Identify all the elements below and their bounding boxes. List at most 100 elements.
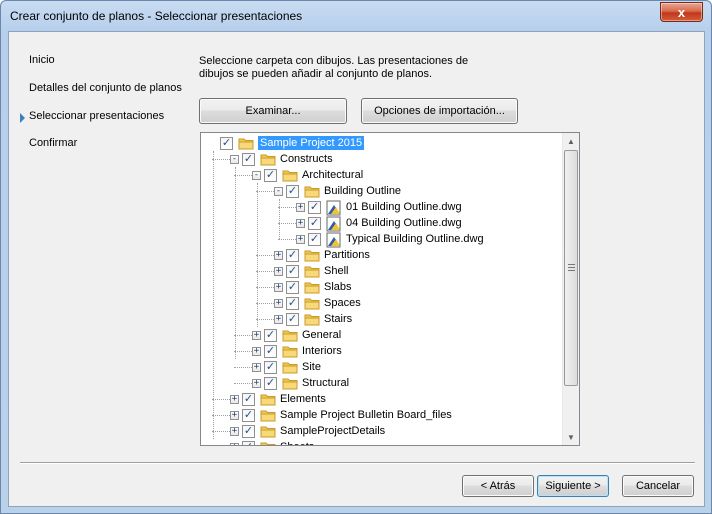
- collapse-icon[interactable]: -: [252, 171, 261, 180]
- node-checkbox[interactable]: ✓: [286, 297, 299, 310]
- node-checkbox[interactable]: ✓: [286, 265, 299, 278]
- expand-icon[interactable]: +: [252, 347, 261, 356]
- expand-icon[interactable]: +: [274, 299, 283, 308]
- expand-icon[interactable]: +: [230, 443, 239, 445]
- tree-node[interactable]: + ✓ Site: [201, 359, 566, 375]
- tree-node[interactable]: + ✓ Partitions: [201, 247, 566, 263]
- node-checkbox[interactable]: ✓: [242, 153, 255, 166]
- tree-node-label[interactable]: Slabs: [324, 281, 352, 293]
- tree-node[interactable]: + ✓ 04 Building Outline.dwg: [201, 215, 566, 232]
- tree-node-label[interactable]: Structural: [302, 377, 349, 389]
- tree-node-label[interactable]: Sample Project 2015: [258, 136, 365, 150]
- tree-node-label[interactable]: Building Outline: [324, 185, 401, 197]
- expand-icon[interactable]: +: [274, 283, 283, 292]
- expand-icon[interactable]: +: [252, 363, 261, 372]
- tree-node[interactable]: + ✓ General: [201, 327, 566, 343]
- node-checkbox[interactable]: ✓: [264, 329, 277, 342]
- scroll-thumb[interactable]: [564, 150, 578, 386]
- tree-node[interactable]: +✓ Sheets: [201, 439, 566, 445]
- tree-node[interactable]: + ✓ Shell: [201, 263, 566, 279]
- expand-icon[interactable]: +: [274, 315, 283, 324]
- tree-node-label[interactable]: Sample Project Bulletin Board_files: [280, 409, 452, 421]
- collapse-icon[interactable]: -: [274, 187, 283, 196]
- node-checkbox[interactable]: ✓: [286, 249, 299, 262]
- tree-node-label[interactable]: Sheets: [280, 441, 314, 445]
- tree-node-label[interactable]: 01 Building Outline.dwg: [346, 201, 462, 213]
- browse-button[interactable]: Examinar...: [199, 98, 347, 124]
- tree-node[interactable]: + ✓ Structural: [201, 375, 566, 391]
- tree-node[interactable]: + ✓ Interiors: [201, 343, 566, 359]
- expand-icon[interactable]: +: [274, 251, 283, 260]
- node-checkbox[interactable]: ✓: [242, 409, 255, 422]
- expand-icon[interactable]: +: [230, 411, 239, 420]
- tree-node[interactable]: + ✓ Sample Project Bulletin Board_files: [201, 407, 566, 423]
- folder-icon: [304, 264, 320, 278]
- tree-node-label[interactable]: Stairs: [324, 313, 352, 325]
- expand-icon[interactable]: +: [230, 395, 239, 404]
- tree-scrollbar[interactable]: ▲ ▼: [562, 133, 579, 445]
- tree-node[interactable]: + ✓ Typical Building Outline.dwg: [201, 231, 566, 248]
- title-bar[interactable]: Crear conjunto de planos - Seleccionar p…: [1, 1, 711, 31]
- expand-icon[interactable]: +: [252, 331, 261, 340]
- window-title: Crear conjunto de planos - Seleccionar p…: [10, 9, 303, 23]
- expand-icon[interactable]: +: [296, 203, 305, 212]
- tree-node[interactable]: + ✓ Elements: [201, 391, 566, 407]
- node-checkbox[interactable]: ✓: [286, 281, 299, 294]
- folder-icon: [304, 296, 320, 310]
- expand-icon[interactable]: +: [252, 379, 261, 388]
- node-checkbox[interactable]: ✓: [308, 201, 321, 214]
- node-checkbox[interactable]: ✓: [242, 425, 255, 438]
- folder-icon: [260, 408, 276, 422]
- scroll-down-icon[interactable]: ▼: [563, 429, 579, 445]
- folder-icon: [260, 392, 276, 406]
- tree-node-label[interactable]: Constructs: [280, 153, 333, 165]
- expand-icon[interactable]: +: [274, 267, 283, 276]
- tree-node[interactable]: + ✓ Slabs: [201, 279, 566, 295]
- node-checkbox[interactable]: ✓: [286, 185, 299, 198]
- scroll-up-icon[interactable]: ▲: [563, 133, 579, 149]
- node-checkbox[interactable]: ✓: [308, 217, 321, 230]
- import-options-button[interactable]: Opciones de importación...: [361, 98, 518, 124]
- node-checkbox[interactable]: ✓: [264, 361, 277, 374]
- expand-icon[interactable]: +: [230, 427, 239, 436]
- tree-node-label[interactable]: Interiors: [302, 345, 342, 357]
- tree-node[interactable]: + ✓ Spaces: [201, 295, 566, 311]
- tree-node-label[interactable]: Elements: [280, 393, 326, 405]
- tree-node-label[interactable]: Spaces: [324, 297, 361, 309]
- node-checkbox[interactable]: ✓: [242, 441, 255, 445]
- node-checkbox[interactable]: ✓: [220, 137, 233, 150]
- tree-node-label[interactable]: General: [302, 329, 341, 341]
- tree-node[interactable]: - ✓ Architectural: [201, 167, 566, 183]
- node-checkbox[interactable]: ✓: [286, 313, 299, 326]
- collapse-icon[interactable]: -: [230, 155, 239, 164]
- next-button[interactable]: Siguiente >: [537, 475, 609, 497]
- tree-node-label[interactable]: Architectural: [302, 169, 363, 181]
- tree-node-label[interactable]: Site: [302, 361, 321, 373]
- node-checkbox[interactable]: ✓: [308, 233, 321, 246]
- tree-node[interactable]: ✓ Sample Project 2015: [201, 135, 566, 151]
- tree-node-label[interactable]: 04 Building Outline.dwg: [346, 217, 462, 229]
- tree-node-label[interactable]: Shell: [324, 265, 348, 277]
- tree-node[interactable]: + ✓ Stairs: [201, 311, 566, 327]
- tree-node[interactable]: - ✓ Building Outline: [201, 183, 566, 199]
- node-checkbox[interactable]: ✓: [264, 377, 277, 390]
- node-checkbox[interactable]: ✓: [242, 393, 255, 406]
- expand-icon[interactable]: +: [296, 219, 305, 228]
- expand-icon[interactable]: +: [296, 235, 305, 244]
- tree-node-label[interactable]: SampleProjectDetails: [280, 425, 385, 437]
- tree-node-label[interactable]: Partitions: [324, 249, 370, 261]
- node-checkbox[interactable]: ✓: [264, 345, 277, 358]
- tree-node[interactable]: + ✓ SampleProjectDetails: [201, 423, 566, 439]
- current-step-arrow-icon: [20, 113, 25, 123]
- folder-icon: [304, 248, 320, 262]
- cancel-button[interactable]: Cancelar: [622, 475, 694, 497]
- tree-node-label[interactable]: Typical Building Outline.dwg: [346, 233, 484, 245]
- node-checkbox[interactable]: ✓: [264, 169, 277, 182]
- dialog-window: Crear conjunto de planos - Seleccionar p…: [0, 0, 712, 514]
- tree-node[interactable]: - ✓ Constructs: [201, 151, 566, 167]
- tree-node[interactable]: + ✓ 01 Building Outline.dwg: [201, 199, 566, 216]
- folder-tree[interactable]: +✓Sheets+✓SampleProjectDetails+✓Sample P…: [200, 132, 580, 446]
- back-button[interactable]: < Atrás: [462, 475, 534, 497]
- close-button[interactable]: x: [660, 2, 703, 22]
- wizard-step-list: Inicio Detalles del conjunto de planos S…: [9, 32, 194, 452]
